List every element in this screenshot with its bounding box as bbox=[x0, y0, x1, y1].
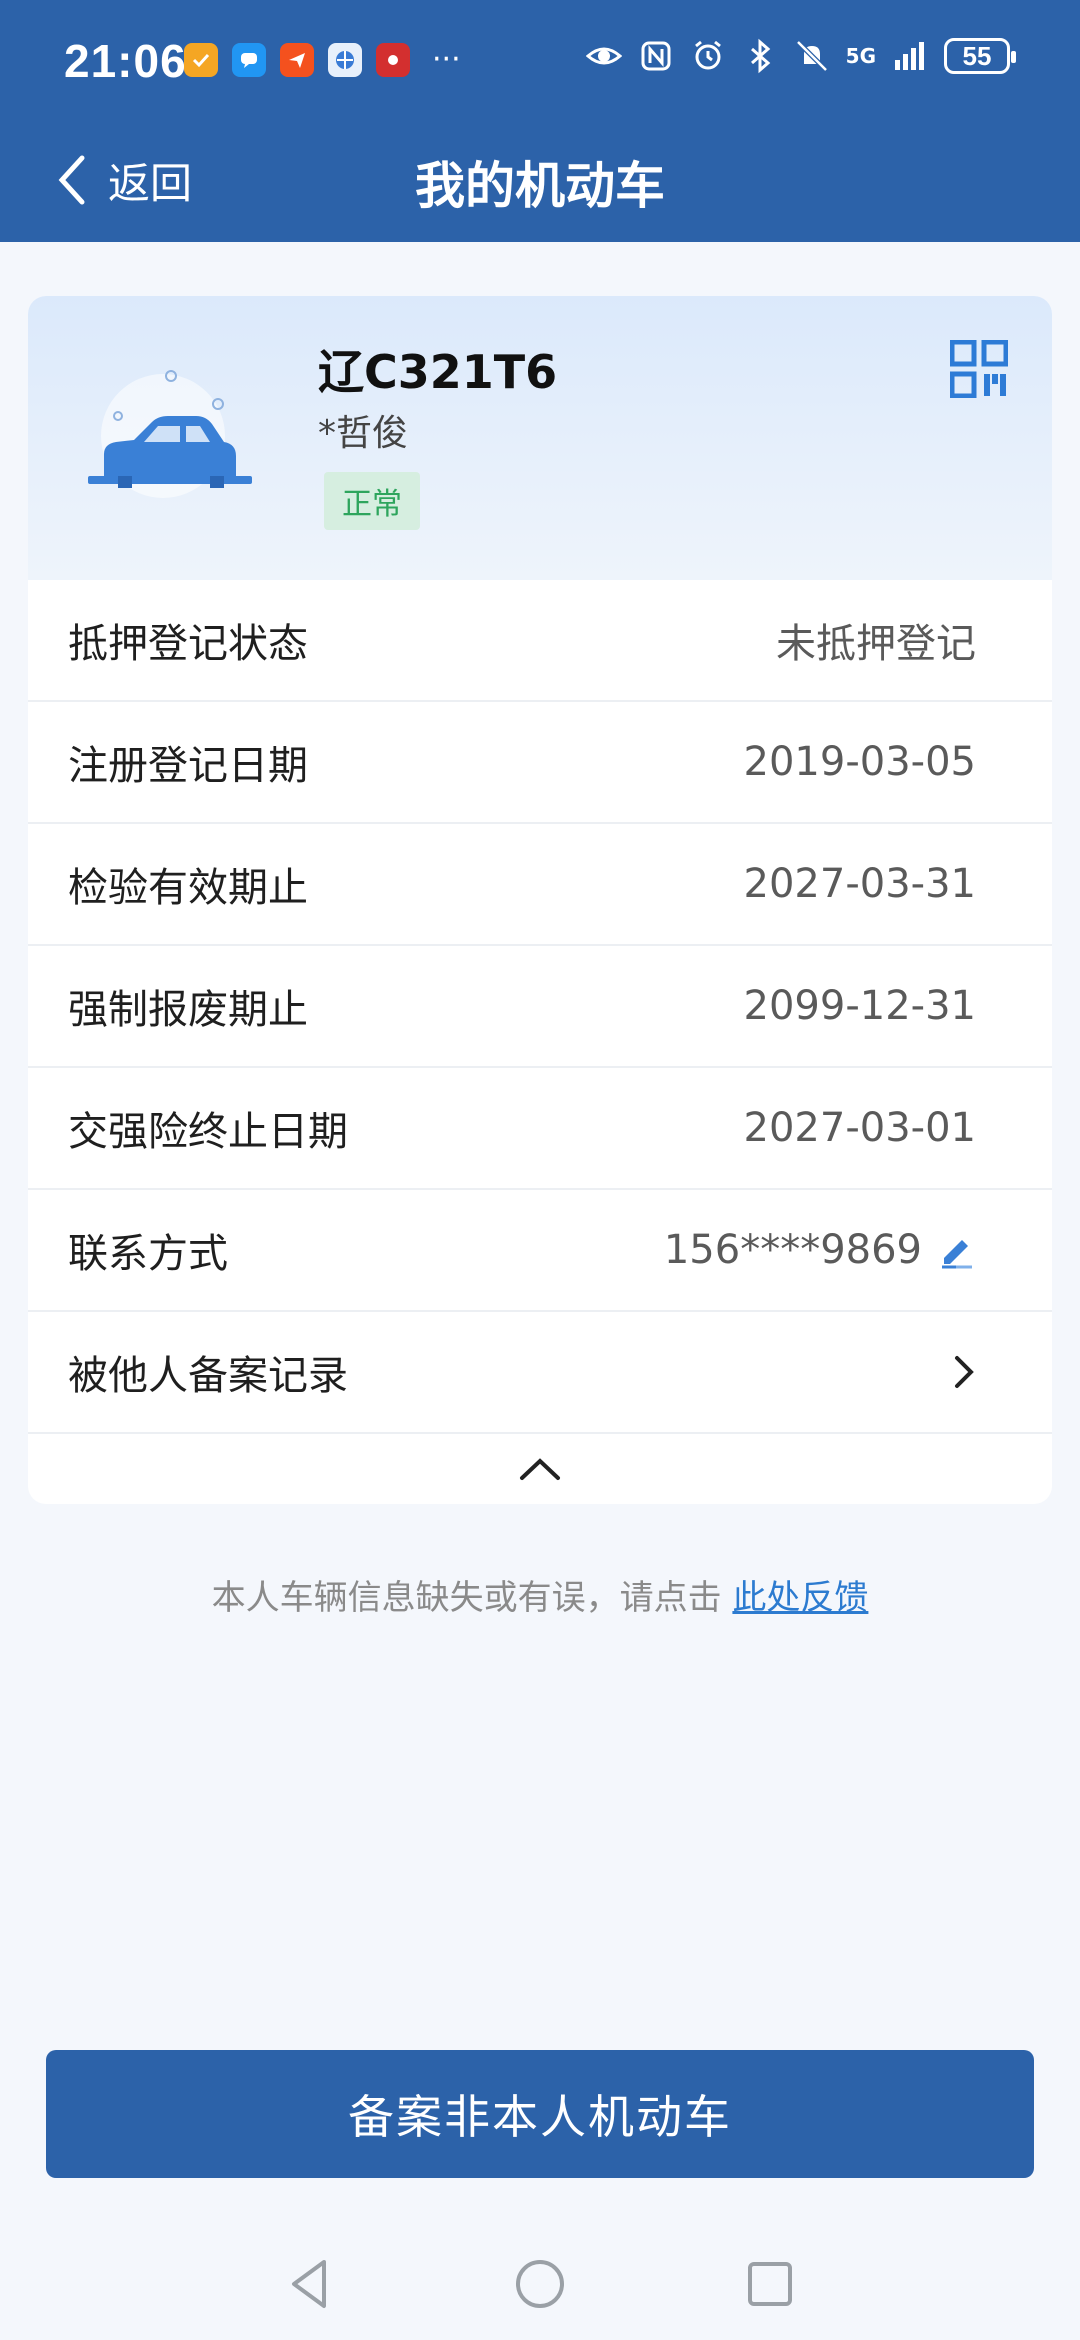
edit-icon[interactable] bbox=[936, 1230, 976, 1270]
send-app-icon bbox=[280, 42, 314, 77]
system-home-icon[interactable] bbox=[510, 2254, 570, 2314]
mute-icon bbox=[795, 40, 828, 72]
detail-value: 2019-03-05 bbox=[743, 739, 976, 785]
message-icon bbox=[232, 42, 266, 77]
vehicle-card: 辽C321T6 *哲俊 正常 抵押登记状态 未抵押登记 注册登记日期 2019-… bbox=[28, 296, 1052, 1504]
vehicle-summary: 辽C321T6 *哲俊 正常 bbox=[28, 296, 1052, 580]
detail-row-insurance-expiry: 交强险终止日期 2027-03-01 bbox=[28, 1068, 1052, 1190]
status-bar: 21:06 ··· 5G 55 bbox=[0, 0, 1080, 120]
alarm-icon bbox=[694, 40, 721, 70]
signal-icon bbox=[895, 42, 924, 70]
bluetooth-icon bbox=[750, 38, 770, 74]
page-title: 我的机动车 bbox=[415, 157, 665, 215]
system-back-icon[interactable] bbox=[280, 2254, 340, 2314]
phone-number: 156****9869 bbox=[663, 1227, 922, 1273]
detail-label: 注册登记日期 bbox=[68, 743, 308, 789]
system-icons: 5G 55 bbox=[585, 38, 1016, 74]
detail-row-mortgage: 抵押登记状态 未抵押登记 bbox=[28, 580, 1052, 702]
eye-icon bbox=[585, 47, 622, 65]
register-other-vehicle-button[interactable]: 备案非本人机动车 bbox=[46, 2050, 1034, 2178]
detail-label: 检验有效期止 bbox=[68, 865, 308, 911]
car-icon bbox=[88, 370, 252, 498]
detail-row-filing-records[interactable]: 被他人备案记录 bbox=[28, 1312, 1052, 1434]
detail-row-contact: 联系方式 156****9869 bbox=[28, 1190, 1052, 1312]
detail-row-registration-date: 注册登记日期 2019-03-05 bbox=[28, 702, 1052, 824]
detail-value: 2027-03-31 bbox=[743, 861, 976, 907]
contact-value: 156****9869 bbox=[664, 1227, 976, 1273]
feedback-note: 本人车辆信息缺失或有误，请点击 此处反馈 bbox=[0, 1570, 1080, 1619]
detail-label: 被他人备案记录 bbox=[68, 1353, 348, 1399]
more-notifications: ··· bbox=[432, 42, 461, 77]
status-time: 21:06 bbox=[64, 35, 187, 87]
detail-value: 2099-12-31 bbox=[743, 983, 976, 1029]
owner-name: *哲俊 bbox=[318, 413, 409, 454]
detail-value bbox=[938, 1352, 976, 1392]
chevron-up-icon bbox=[520, 1458, 560, 1480]
detail-label: 抵押登记状态 bbox=[68, 621, 308, 667]
browser-icon bbox=[328, 42, 362, 77]
detail-row-scrap-deadline: 强制报废期止 2099-12-31 bbox=[28, 946, 1052, 1068]
qr-code-icon[interactable] bbox=[950, 340, 1008, 398]
detail-value: 2027-03-01 bbox=[743, 1105, 976, 1151]
record-app-icon bbox=[376, 42, 410, 77]
chevron-right-icon bbox=[955, 1356, 974, 1388]
detail-label: 交强险终止日期 bbox=[68, 1109, 348, 1155]
detail-row-inspection-expiry: 检验有效期止 2027-03-31 bbox=[28, 824, 1052, 946]
feedback-link[interactable]: 此处反馈 bbox=[732, 1578, 868, 1618]
app-notification-icon bbox=[184, 42, 218, 77]
vehicle-details-list: 抵押登记状态 未抵押登记 注册登记日期 2019-03-05 检验有效期止 20… bbox=[28, 580, 1052, 1504]
network-type: 5G bbox=[845, 44, 876, 68]
detail-label: 强制报废期止 bbox=[68, 987, 308, 1033]
battery-indicator: 55 bbox=[944, 38, 1016, 74]
nfc-icon bbox=[641, 41, 671, 71]
plate-number: 辽C321T6 bbox=[318, 345, 558, 399]
status-badge: 正常 bbox=[324, 472, 420, 530]
system-recents-icon[interactable] bbox=[740, 2254, 800, 2314]
system-navigation-bar bbox=[0, 2230, 1080, 2340]
notification-icons: ··· bbox=[184, 42, 461, 77]
detail-value: 未抵押登记 bbox=[776, 621, 976, 667]
app-header: 21:06 ··· 5G 55 返回 我的机动车 bbox=[0, 0, 1080, 242]
navigation-bar: 返回 我的机动车 bbox=[0, 120, 1080, 242]
feedback-text: 本人车辆信息缺失或有误，请点击 bbox=[211, 1578, 733, 1618]
collapse-button[interactable] bbox=[28, 1434, 1052, 1504]
detail-label: 联系方式 bbox=[68, 1231, 228, 1277]
